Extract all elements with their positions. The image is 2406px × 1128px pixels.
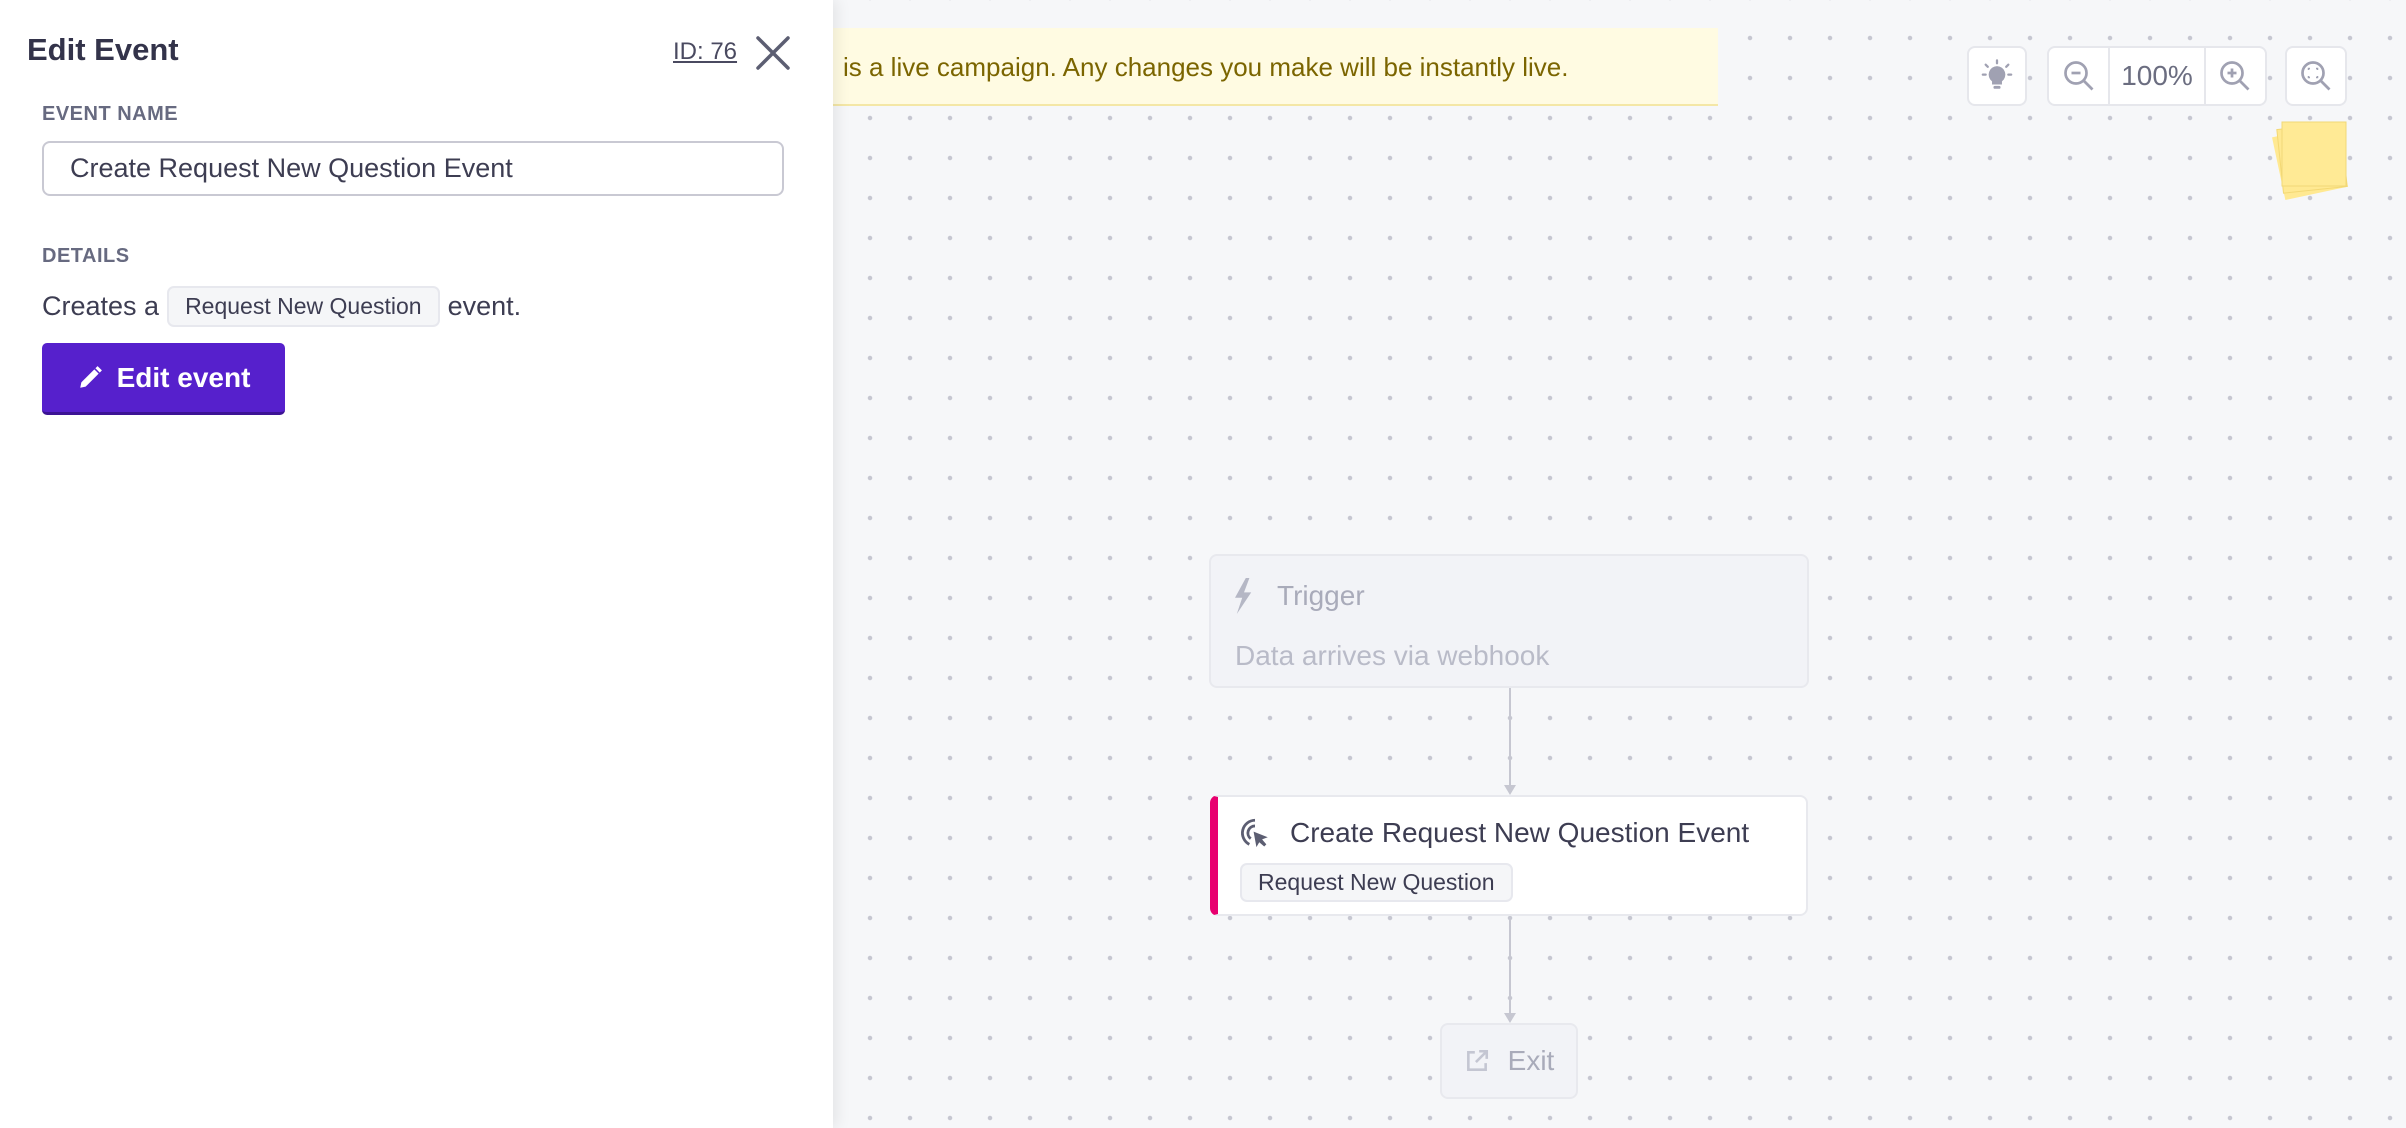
sticky-notes-icon[interactable] xyxy=(2262,116,2352,208)
event-id-link[interactable]: ID: 76 xyxy=(673,38,737,66)
cursor-click-icon xyxy=(1241,818,1268,848)
zoom-in-icon xyxy=(2220,61,2250,91)
connector-line xyxy=(1509,916,1511,1014)
connector-arrow xyxy=(1504,785,1516,795)
connector-arrow xyxy=(1504,1013,1516,1023)
close-button[interactable] xyxy=(752,32,794,74)
live-campaign-banner: is a live campaign. Any changes you make… xyxy=(780,28,1718,106)
event-node-title: Create Request New Question Event xyxy=(1290,817,1750,848)
panel-title: Edit Event xyxy=(27,32,179,67)
zoom-controls: 100% xyxy=(2047,46,2267,106)
event-name-input[interactable] xyxy=(42,141,784,196)
edit-event-button[interactable]: Edit event xyxy=(42,343,285,415)
details-text: Creates a Request New Question event. xyxy=(42,286,521,327)
connector-line xyxy=(1509,688,1511,786)
details-label: DETAILS xyxy=(42,245,130,267)
zoom-fit-button[interactable] xyxy=(2285,46,2347,106)
details-event-tag: Request New Question xyxy=(167,286,440,327)
pencil-icon xyxy=(79,365,102,388)
edit-event-panel: Edit Event ID: 76 EVENT NAME DETAILS Cre… xyxy=(0,0,833,1128)
lightbulb-icon xyxy=(1981,59,2013,89)
zoom-out-icon xyxy=(2063,61,2094,91)
event-name-label: EVENT NAME xyxy=(42,103,179,125)
zoom-out-button[interactable] xyxy=(2049,48,2111,104)
external-link-icon xyxy=(1466,1049,1488,1071)
exit-node[interactable]: Exit xyxy=(1440,1023,1578,1099)
close-icon xyxy=(756,36,790,70)
details-suffix: event. xyxy=(447,291,522,321)
trigger-subtitle: Data arrives via webhook xyxy=(1235,640,1550,671)
zoom-fit-icon xyxy=(2301,61,2331,91)
tips-button[interactable] xyxy=(1967,46,2027,106)
zoom-level: 100% xyxy=(2121,60,2193,91)
zoom-in-button[interactable] xyxy=(2203,48,2265,104)
event-node-tag: Request New Question xyxy=(1240,863,1513,902)
event-node[interactable]: Create Request New Question Event Reques… xyxy=(1210,795,1808,916)
edit-event-label: Edit event xyxy=(116,361,251,393)
lightning-icon xyxy=(1235,578,1252,614)
trigger-node[interactable]: Trigger Data arrives via webhook xyxy=(1209,554,1809,688)
banner-text: is a live campaign. Any changes you make… xyxy=(843,52,1569,82)
trigger-title: Trigger xyxy=(1277,580,1365,611)
details-prefix: Creates a xyxy=(42,291,160,321)
exit-label: Exit xyxy=(1507,1045,1555,1076)
